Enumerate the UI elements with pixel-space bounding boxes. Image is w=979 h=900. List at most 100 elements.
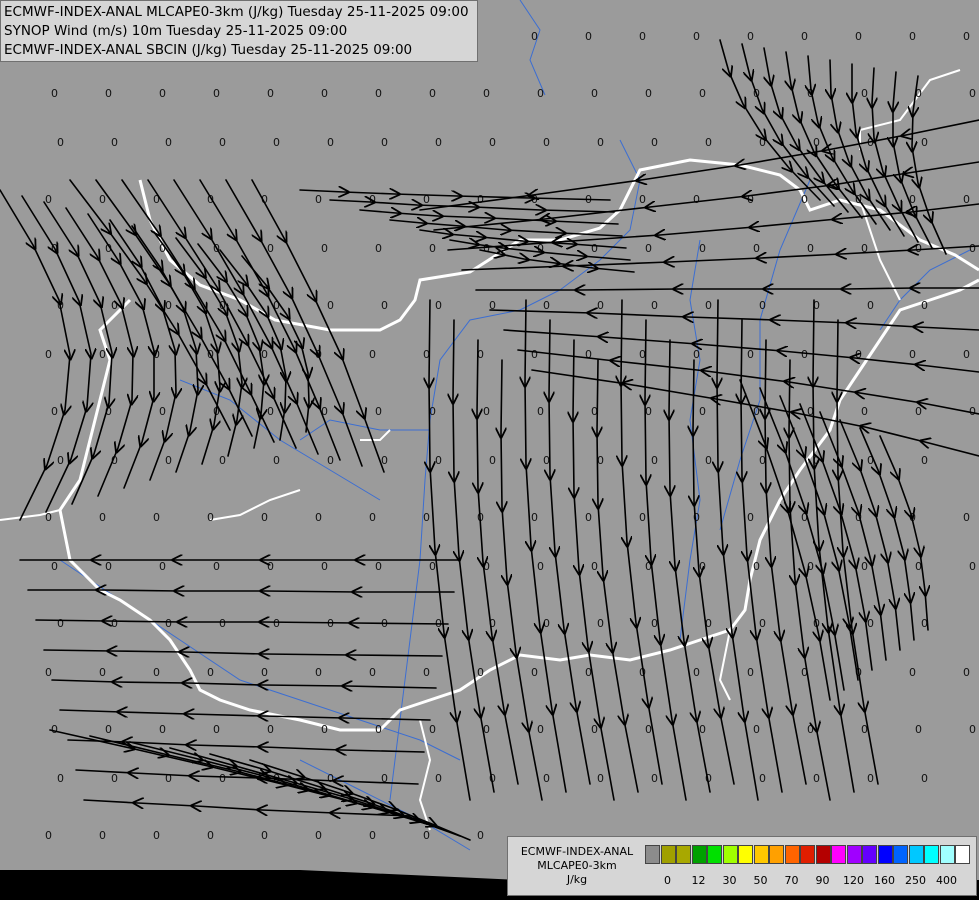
legend-swatch-10 [800, 845, 815, 864]
border-0 [138, 158, 979, 332]
legend-swatch-20 [955, 845, 970, 864]
sbcin-value-3: 0 [693, 30, 700, 43]
legend-tick-label-1: 12 [691, 874, 706, 887]
sbcin-value-183: 0 [861, 560, 868, 573]
sbcin-value-228: 0 [429, 723, 436, 736]
sbcin-value-261: 0 [315, 829, 322, 842]
sbcin-value-206: 0 [207, 666, 214, 679]
sbcin-value-133: 0 [57, 454, 64, 467]
sbcin-value-37: 0 [597, 136, 604, 149]
streamline-57 [693, 359, 735, 785]
sbcin-value-31: 0 [273, 136, 280, 149]
sbcin-value-167: 0 [963, 511, 970, 524]
streamline-75 [43, 650, 443, 656]
sbcin-value-264: 0 [477, 829, 484, 842]
sbcin-value-127: 0 [699, 405, 706, 418]
sbcin-value-239: 0 [57, 772, 64, 785]
sbcin-value-208: 0 [315, 666, 322, 679]
sbcin-value-126: 0 [645, 405, 652, 418]
sbcin-value-227: 0 [375, 723, 382, 736]
sbcin-value-119: 0 [267, 405, 274, 418]
legend-swatch-17 [908, 845, 924, 864]
sbcin-value-61: 0 [963, 193, 970, 206]
sbcin-value-20: 0 [645, 87, 652, 100]
legend-title-source: ECMWF-INDEX-ANAL [520, 845, 634, 858]
sbcin-value-135: 0 [165, 454, 172, 467]
legend-swatch-9 [784, 845, 800, 864]
sbcin-value-115: 0 [51, 405, 58, 418]
sbcin-value-252: 0 [759, 772, 766, 785]
sbcin-value-169: 0 [105, 560, 112, 573]
river-2 [679, 239, 701, 641]
sbcin-value-219: 0 [909, 666, 916, 679]
sbcin-value-19: 0 [591, 87, 598, 100]
sbcin-value-149: 0 [921, 454, 928, 467]
border-1 [58, 278, 979, 732]
streamline-36 [912, 75, 947, 255]
sbcin-value-123: 0 [483, 405, 490, 418]
legend-swatch-7 [753, 845, 769, 864]
streamline-67 [799, 403, 873, 671]
legend-swatch-6 [738, 845, 753, 864]
sbcin-value-204: 0 [99, 666, 106, 679]
sbcin-value-103: 0 [369, 348, 376, 361]
sbcin-value-90: 0 [597, 299, 604, 312]
sbcin-value-92: 0 [705, 299, 712, 312]
sbcin-value-262: 0 [369, 829, 376, 842]
sbcin-value-242: 0 [219, 772, 226, 785]
sbcin-value-41: 0 [813, 136, 820, 149]
sbcin-value-130: 0 [861, 405, 868, 418]
sbcin-value-121: 0 [375, 405, 382, 418]
sbcin-value-21: 0 [699, 87, 706, 100]
sbcin-value-7: 0 [909, 30, 916, 43]
sbcin-value-171: 0 [213, 560, 220, 573]
border-8 [360, 429, 391, 441]
sbcin-value-223: 0 [159, 723, 166, 736]
sbcin-value-205: 0 [153, 666, 160, 679]
streamline-77 [59, 710, 431, 720]
sbcin-value-70: 0 [483, 242, 490, 255]
streamline-0 [0, 189, 70, 521]
sbcin-value-203: 0 [45, 666, 52, 679]
sbcin-value-185: 0 [969, 560, 976, 573]
sbcin-value-153: 0 [207, 511, 214, 524]
sbcin-value-222: 0 [105, 723, 112, 736]
legend-swatch-4 [707, 845, 722, 864]
sbcin-value-52: 0 [477, 193, 484, 206]
sbcin-value-82: 0 [165, 299, 172, 312]
title-line-sbcin: ECMWF-INDEX-ANAL SBCIN (J/kg) Tuesday 25… [4, 42, 413, 58]
sbcin-value-157: 0 [423, 511, 430, 524]
sbcin-value-93: 0 [759, 299, 766, 312]
sbcin-value-4: 0 [747, 30, 754, 43]
sbcin-value-154: 0 [261, 511, 268, 524]
streamline-11 [241, 255, 309, 433]
sbcin-value-246: 0 [435, 772, 442, 785]
sbcin-value-172: 0 [267, 560, 274, 573]
border-3 [418, 719, 432, 831]
sbcin-value-97: 0 [45, 348, 52, 361]
sbcin-value-163: 0 [747, 511, 754, 524]
sbcin-value-250: 0 [651, 772, 658, 785]
sbcin-value-180: 0 [699, 560, 706, 573]
country-borders [0, 69, 979, 831]
sbcin-value-113: 0 [909, 348, 916, 361]
legend-title: ECMWF-INDEX-ANAL MLCAPE0-3km J/kg [512, 845, 642, 887]
streamline-14 [121, 179, 275, 443]
sbcin-value-101: 0 [261, 348, 268, 361]
streamline-53 [597, 359, 639, 793]
title-line-synop-wind: SYNOP Wind (m/s) 10m Tuesday 25-11-2025 … [4, 23, 348, 39]
sbcin-value-36: 0 [543, 136, 550, 149]
sbcin-value-148: 0 [867, 454, 874, 467]
sbcin-value-9: 0 [51, 87, 58, 100]
sbcin-value-111: 0 [801, 348, 808, 361]
sbcin-value-69: 0 [429, 242, 436, 255]
streamline-47 [453, 319, 495, 793]
sbcin-value-173: 0 [321, 560, 328, 573]
sbcin-value-181: 0 [753, 560, 760, 573]
sbcin-value-152: 0 [153, 511, 160, 524]
sbcin-value-32: 0 [327, 136, 334, 149]
sbcin-value-10: 0 [105, 87, 112, 100]
sbcin-value-50: 0 [369, 193, 376, 206]
sbcin-value-grid: 0 0 0 0 0 0 0 0 0 0 0 0 0 0 0 0 0 0 0 0 0 0 0 0 0 0 0 0 0 0 0 0 0 0 0 0 0 0 0 0… [45, 30, 976, 842]
legend-tick-label-2: 30 [722, 874, 737, 887]
